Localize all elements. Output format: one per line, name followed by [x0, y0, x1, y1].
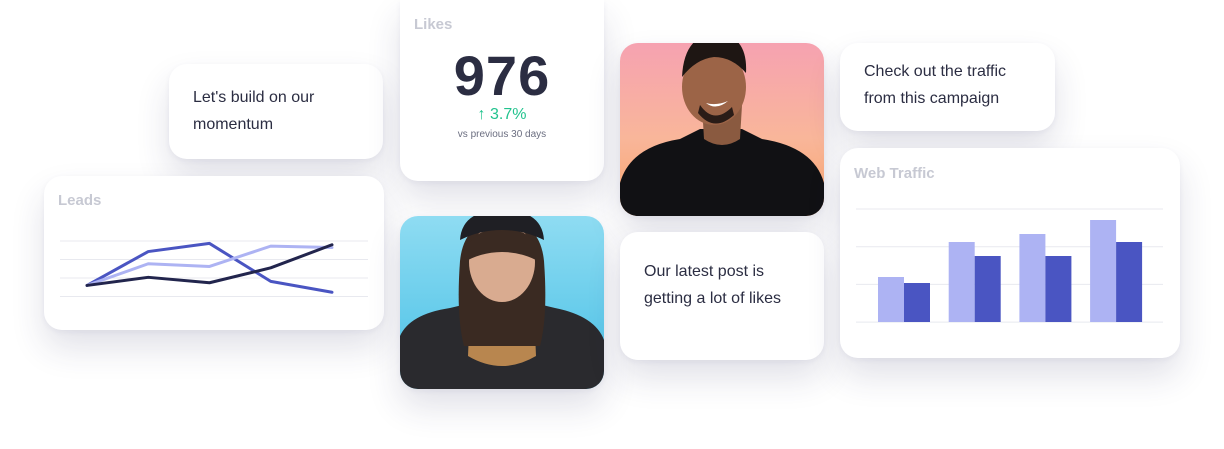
man-photo: [620, 43, 824, 216]
web-traffic-chart: [856, 208, 1163, 323]
likes-comparison-note: vs previous 30 days: [457, 129, 547, 140]
traffic-message-card: Check out the traffic from this campaign: [840, 43, 1055, 131]
likes-card: Likes 976 ↑ 3.7% vs previous 30 days: [400, 0, 604, 181]
likes-value: 976: [453, 44, 551, 107]
arrow-up-icon: ↑: [477, 106, 486, 123]
likes-change: ↑ 3.7%: [400, 106, 604, 124]
likes-title: Likes: [414, 16, 453, 33]
latest-post-message: Our latest post is getting a lot of like…: [644, 263, 781, 307]
web-bar-4-series-1: [1090, 220, 1117, 322]
woman-photo: [400, 216, 604, 389]
web-bar-3-series-1: [1019, 234, 1046, 322]
build-message-card: Let's build on our momentum: [169, 64, 383, 159]
web-bar-2-series-2: [974, 256, 1001, 322]
man-portrait-image: [620, 43, 824, 216]
web-traffic-chart-card: Web Traffic: [840, 148, 1180, 358]
traffic-message: Check out the traffic from this campaign: [864, 63, 1006, 107]
latest-post-message-card: Our latest post is getting a lot of like…: [620, 232, 824, 360]
web-bar-4-series-2: [1116, 242, 1143, 322]
web-bar-1-series-1: [878, 277, 904, 322]
web-bar-3-series-2: [1045, 256, 1072, 322]
build-message: Let's build on our momentum: [193, 89, 315, 133]
leads-chart-card: Leads: [44, 176, 384, 330]
web-bar-1-series-2: [904, 283, 930, 322]
web-bar-2-series-1: [948, 242, 975, 322]
leads-chart: [60, 240, 368, 297]
woman-portrait-image: [400, 216, 604, 389]
likes-change-value: 3.7%: [489, 106, 527, 123]
